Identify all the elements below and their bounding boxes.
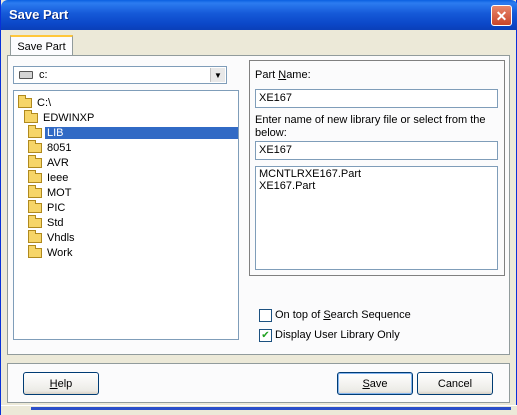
tree-item-label: C:\ [37,96,52,109]
folder-icon [28,139,42,153]
tab-save-part[interactable]: Save Part [10,35,73,56]
list-item[interactable]: XE167.Part [259,180,315,192]
tree-item[interactable]: Work [28,244,74,260]
folder-icon [28,199,42,213]
tree-item[interactable]: EDWINXP [24,109,96,125]
help-button[interactable]: Help [23,372,99,395]
library-list[interactable]: MCNTLRXE167.Part XE167.Part [255,166,498,270]
top-of-search-checkbox[interactable] [259,309,272,322]
library-name-input[interactable]: XE167 [255,141,498,160]
tree-item[interactable]: Vhdls [28,229,77,245]
part-name-input[interactable]: XE167 [255,89,498,108]
library-label: Enter name of new library file or select… [255,114,486,139]
tree-item-label: 8051 [47,141,72,154]
drive-value: c: [39,69,48,81]
display-user-library-label: Display User Library Only [275,329,400,341]
folder-icon [28,154,42,168]
drive-icon [19,71,33,79]
top-of-search-label: On top of Search Sequence [275,309,411,321]
tree-item[interactable]: C:\ [18,94,53,110]
folder-icon [24,109,38,123]
tree-item[interactable]: AVR [28,154,71,170]
display-user-library-checkbox[interactable]: ✔ [259,329,272,342]
close-icon: ✕ [495,7,508,24]
part-name-label: Part Name: [255,69,311,81]
save-button[interactable]: Save [337,372,413,395]
folder-icon [28,184,42,198]
folder-icon [28,214,42,228]
tree-item-label: Ieee [47,171,69,184]
list-item[interactable]: MCNTLRXE167.Part [259,168,361,180]
tree-item-label: Std [47,216,64,229]
close-button[interactable]: ✕ [491,5,512,26]
chevron-down-icon[interactable]: ▼ [210,68,225,82]
status-band [31,407,511,410]
tree-item-label: MOT [47,186,72,199]
tree-item-label: EDWINXP [43,111,95,124]
title-bar: Save Part ✕ [1,0,517,30]
folder-icon [28,244,42,258]
checkmark-icon: ✔ [261,330,270,341]
folder-icon [28,169,42,183]
tree-item[interactable]: MOT [28,184,73,200]
cancel-button[interactable]: Cancel [417,372,493,395]
drive-select[interactable]: c: ▼ [13,66,227,84]
tree-item-label: PIC [47,201,66,214]
tree-item[interactable]: 8051 [28,139,73,155]
tree-item-label: LIB [45,126,238,139]
folder-tree[interactable]: C:\ EDWINXP LIB 8051 AVR Ieee MOT PIC St… [13,90,239,340]
tree-item[interactable]: Std [28,214,66,230]
tree-item[interactable]: PIC [28,199,67,215]
window-title: Save Part [9,7,69,22]
tree-item-label: Work [47,246,73,259]
folder-icon [18,94,32,108]
folder-open-icon [28,124,42,138]
tree-item-label: Vhdls [47,231,75,244]
tree-item[interactable]: Ieee [28,169,70,185]
tree-item-selected[interactable]: LIB [28,124,238,140]
save-part-dialog: Save Part ✕ Save Part c: ▼ C:\ EDWINXP L… [0,0,517,415]
tree-item-label: AVR [47,156,69,169]
folder-icon [28,229,42,243]
status-bar [1,405,517,415]
